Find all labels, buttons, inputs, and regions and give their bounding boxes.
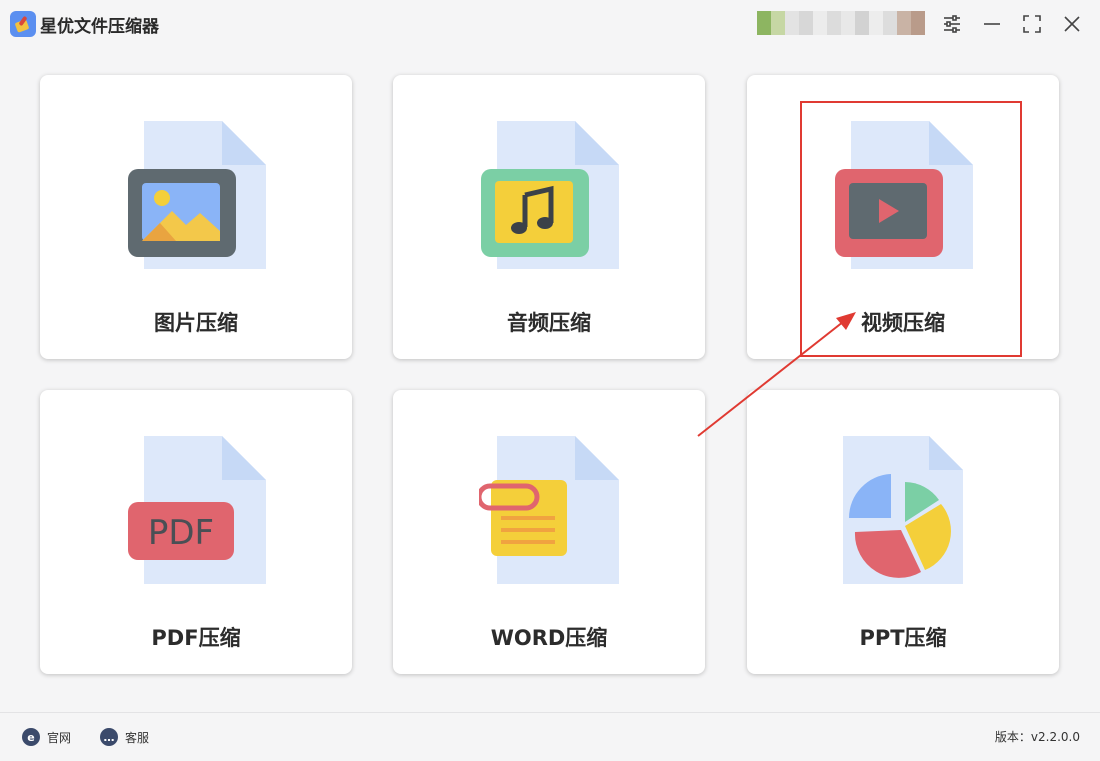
card-label: 视频压缩	[861, 311, 945, 335]
website-link[interactable]: e 官网	[22, 728, 71, 746]
ppt-file-icon	[833, 434, 973, 590]
title-bar: 星优文件压缩器	[0, 0, 1100, 48]
version-text: 版本：v2.2.0.0	[994, 730, 1080, 744]
user-avatar-blurred[interactable]	[757, 11, 925, 35]
video-compress-card[interactable]: 视频压缩	[747, 75, 1059, 359]
card-label: WORD压缩	[490, 626, 608, 650]
support-link[interactable]: … 客服	[100, 728, 149, 746]
svg-text:PDF: PDF	[148, 513, 214, 553]
footer-bar: e 官网 … 客服 版本：v2.2.0.0	[0, 712, 1100, 761]
maximize-icon[interactable]	[1018, 10, 1046, 38]
audio-compress-card[interactable]: 音频压缩	[393, 75, 705, 359]
app-title: 星优文件压缩器	[40, 17, 159, 37]
card-label: 音频压缩	[507, 311, 591, 335]
website-icon: e	[22, 728, 40, 746]
app-logo-icon	[10, 11, 36, 37]
minimize-icon[interactable]	[978, 10, 1006, 38]
website-label: 官网	[47, 730, 72, 745]
ppt-compress-card[interactable]: PPT压缩	[747, 390, 1059, 674]
audio-file-icon	[479, 119, 619, 275]
close-icon[interactable]	[1058, 10, 1086, 38]
chat-bubble-icon: …	[100, 728, 118, 746]
card-label: PDF压缩	[151, 626, 241, 650]
support-label: 客服	[125, 730, 150, 745]
image-file-icon	[126, 119, 266, 275]
image-compress-card[interactable]: 图片压缩	[40, 75, 352, 359]
card-label: 图片压缩	[154, 311, 238, 335]
pdf-file-icon: PDF	[126, 434, 266, 590]
card-label: PPT压缩	[859, 626, 947, 650]
settings-icon[interactable]	[938, 10, 966, 38]
video-file-icon	[833, 119, 973, 275]
pdf-compress-card[interactable]: PDF PDF压缩	[40, 390, 352, 674]
word-compress-card[interactable]: WORD压缩	[393, 390, 705, 674]
word-file-icon	[476, 434, 619, 590]
